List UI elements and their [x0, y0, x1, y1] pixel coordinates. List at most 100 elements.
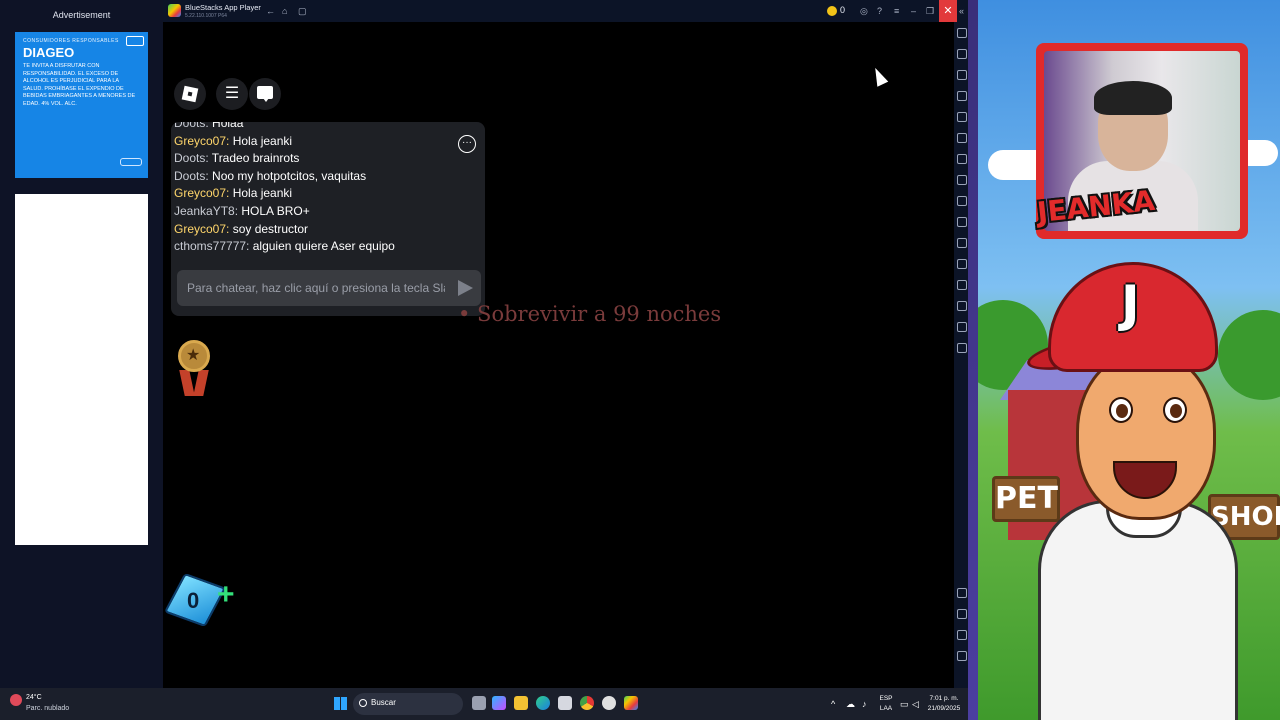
weather-temperature[interactable]: 24°C	[26, 694, 42, 701]
store-icon[interactable]	[558, 696, 572, 710]
microphone-icon[interactable]: ♪	[862, 699, 867, 709]
chat-message: Doots: Holaa	[174, 122, 244, 130]
ad-banner[interactable]: CONSUMIDORES RESPONSABLES DIAGEO TE INVI…	[15, 32, 148, 178]
more-icon: ···	[462, 137, 472, 148]
copilot-icon[interactable]	[492, 696, 506, 710]
send-icon[interactable]	[458, 280, 473, 296]
chat-message: Greyco07: Hola jeanki	[174, 186, 293, 201]
bluestacks-logo-icon	[168, 4, 181, 17]
game-viewport[interactable]: ☰ Doots: Holaa Greyco07: Hola jeanki Doo…	[163, 22, 954, 688]
webcam-hair	[1094, 81, 1172, 115]
back-nav-icon[interactable]	[957, 609, 967, 619]
stream-overlay: PET SHOP J JEANKA	[978, 0, 1280, 720]
onedrive-icon[interactable]: ☁	[846, 699, 855, 709]
bluestacks-taskbar-icon[interactable]	[624, 696, 638, 710]
ad-header: Advertisement	[52, 10, 111, 20]
hamburger-button[interactable]: ☰	[216, 78, 248, 110]
ad-brand-small: CONSUMIDORES RESPONSABLES	[23, 38, 119, 44]
taskbar-search[interactable]: Buscar	[353, 693, 463, 715]
objective-text: • Sobrevivir a 99 noches	[458, 302, 722, 326]
window-border	[968, 0, 978, 720]
bluestacks-titlebar[interactable]: BlueStacks App Player 5.22.110.1007 P64 …	[163, 0, 970, 22]
pet-sign: PET	[992, 476, 1060, 522]
restore-icon[interactable]: ❐	[926, 5, 934, 17]
bluestacks-window: BlueStacks App Player 5.22.110.1007 P64 …	[163, 0, 970, 688]
language-code[interactable]: ESP	[876, 695, 896, 702]
screenshot-icon[interactable]	[957, 175, 967, 185]
chat-message: cthoms77777: alguien quiere Aser equipo	[174, 239, 395, 254]
diamond-currency-button[interactable]: 0 +	[163, 572, 241, 632]
file-explorer-icon[interactable]	[514, 696, 528, 710]
back-icon[interactable]: ←	[266, 5, 275, 17]
diamond-count: 0	[187, 588, 200, 613]
location-icon[interactable]	[957, 238, 967, 248]
chat-input[interactable]	[187, 278, 445, 298]
recent-apps-icon[interactable]: ▢	[298, 5, 307, 17]
screen-record-icon[interactable]	[957, 70, 967, 80]
chat-message: Doots: Noo my hotpotcitos, vaquitas	[174, 168, 367, 183]
hamburger-icon: ☰	[224, 85, 240, 102]
menu-icon[interactable]: ≡	[894, 5, 899, 17]
home-nav-icon[interactable]	[957, 630, 967, 640]
task-view-icon[interactable]	[472, 696, 486, 710]
recents-nav-icon[interactable]	[957, 651, 967, 661]
weather-icon[interactable]	[10, 694, 22, 706]
cartoon-cap: J	[1048, 262, 1218, 372]
chrome-icon[interactable]	[580, 696, 594, 710]
coin-count: 0	[840, 5, 846, 15]
edge-icon[interactable]	[536, 696, 550, 710]
chat-message: JeankaYT8: HOLA BRO+	[174, 203, 310, 218]
macro-icon[interactable]	[957, 133, 967, 143]
keyboard-layout[interactable]: LAA	[876, 705, 896, 712]
add-currency-icon[interactable]: +	[217, 580, 235, 610]
chat-message: Greyco07: Hola jeanki	[174, 133, 293, 148]
volume-icon[interactable]	[957, 49, 967, 59]
chat-input-bar[interactable]	[177, 270, 481, 306]
rotate-icon[interactable]	[957, 343, 967, 353]
fullscreen-icon[interactable]	[957, 28, 967, 38]
chat-toggle-button[interactable]	[249, 78, 281, 110]
chat-window[interactable]: Doots: Holaa Greyco07: Hola jeanki Doots…	[171, 122, 485, 316]
minimize-icon[interactable]: –	[911, 5, 916, 17]
home-icon[interactable]: ⌂	[282, 5, 287, 17]
weather-description[interactable]: Parc. nublado	[26, 705, 69, 712]
close-button[interactable]: ✕	[939, 0, 957, 22]
layers-icon[interactable]	[957, 322, 967, 332]
badge-button[interactable]: ★	[177, 338, 211, 402]
ribbon-left	[179, 370, 195, 396]
shake-icon[interactable]	[957, 301, 967, 311]
ad-logo-icon	[120, 158, 142, 166]
clock-time[interactable]: 7:01 p. m.	[924, 695, 964, 702]
keyboard-icon[interactable]	[957, 91, 967, 101]
roblox-menu-button[interactable]	[174, 78, 206, 110]
ad-blank-slot[interactable]	[15, 194, 148, 545]
window-version: 5.22.110.1007 P64	[185, 13, 227, 19]
mouse-cursor-icon	[869, 65, 889, 87]
account-icon[interactable]: ◎	[860, 5, 868, 17]
network-icon[interactable]: ▭	[900, 699, 909, 709]
media-folder-icon[interactable]	[957, 217, 967, 227]
clock-date[interactable]: 21/09/2025	[924, 705, 964, 712]
chat-message: Greyco07: soy destructor	[174, 221, 309, 236]
roblox-logo-icon	[181, 85, 199, 103]
cartoon-face	[1076, 350, 1216, 520]
collapse-sidebar-icon[interactable]: «	[959, 5, 964, 17]
gamepad-icon[interactable]	[957, 112, 967, 122]
chat-icon	[257, 86, 273, 102]
tree	[1218, 310, 1280, 400]
star-icon: ★	[186, 347, 201, 364]
camera-icon[interactable]	[957, 196, 967, 206]
taskbar: 24°C Parc. nublado Buscar ^ ☁ ♪ ESP LAA …	[0, 688, 968, 720]
chat-options-button[interactable]: ···	[458, 135, 476, 153]
tray-overflow-icon[interactable]: ^	[831, 699, 835, 709]
cap-letter: J	[1121, 275, 1140, 333]
settings-icon[interactable]	[957, 588, 967, 598]
install-apk-icon[interactable]	[957, 154, 967, 164]
speaker-icon[interactable]: ◁	[912, 699, 919, 709]
eco-mode-icon[interactable]	[957, 280, 967, 290]
help-icon[interactable]: ?	[877, 5, 882, 17]
multi-instance-icon[interactable]	[957, 259, 967, 269]
windows-start-icon[interactable]	[334, 697, 347, 710]
obs-icon[interactable]	[602, 696, 616, 710]
ad-panel: Advertisement CONSUMIDORES RESPONSABLES …	[0, 0, 163, 688]
